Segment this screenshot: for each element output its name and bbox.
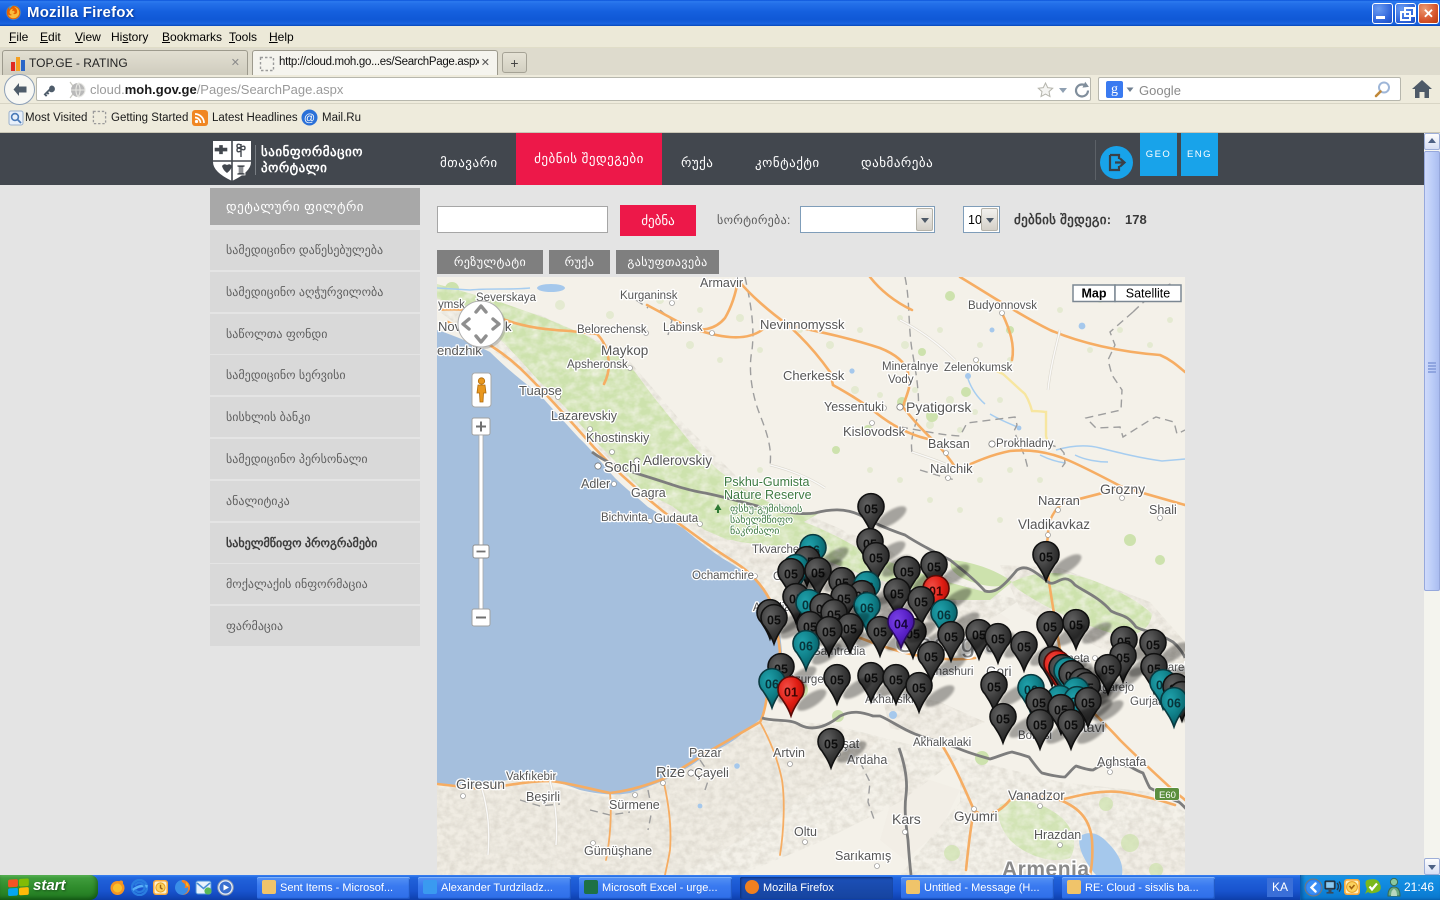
svg-text:Pazar: Pazar <box>689 746 722 760</box>
svg-text:05: 05 <box>991 633 1005 647</box>
svg-text:Baksan: Baksan <box>928 437 970 451</box>
svg-text:@: @ <box>304 113 315 125</box>
svg-text:05: 05 <box>869 552 883 566</box>
svg-text:Grozny: Grozny <box>1100 481 1145 497</box>
svg-text:05: 05 <box>987 681 1001 695</box>
svg-text:Shali: Shali <box>1149 503 1177 517</box>
svg-text:Budyonnovsk: Budyonnovsk <box>968 300 1037 312</box>
svg-text:04: 04 <box>894 618 908 632</box>
svg-text:Oltu: Oltu <box>794 825 817 839</box>
svg-text:05: 05 <box>830 674 844 688</box>
svg-text:Sarıkamış: Sarıkamış <box>835 849 891 863</box>
svg-text:Zelenokumsk: Zelenokumsk <box>944 362 1013 374</box>
svg-text:Bichvinta: Bichvinta <box>601 512 648 524</box>
svg-text:05: 05 <box>1032 697 1046 711</box>
svg-text:Apsheronsk: Apsheronsk <box>567 359 628 371</box>
svg-text:05: 05 <box>873 626 887 640</box>
svg-text:Pyatigorsk: Pyatigorsk <box>906 399 972 415</box>
svg-text:06: 06 <box>765 678 779 692</box>
svg-text:05: 05 <box>1146 639 1160 653</box>
svg-text:Prokhladny: Prokhladny <box>996 438 1054 450</box>
svg-text:05: 05 <box>944 631 958 645</box>
svg-text:06: 06 <box>1167 697 1181 711</box>
svg-text:სახელმწიფო: სახელმწიფო <box>730 514 793 526</box>
svg-text:Gagra: Gagra <box>631 486 666 500</box>
svg-text:Belorechensk: Belorechensk <box>577 324 647 336</box>
svg-text:Aghstafa: Aghstafa <box>1097 755 1146 769</box>
svg-text:Cherkessk: Cherkessk <box>783 368 845 383</box>
svg-text:05: 05 <box>864 503 878 517</box>
svg-text:05: 05 <box>889 674 903 688</box>
svg-text:ფსხუ-გუმისთის: ფსხუ-გუმისთის <box>730 503 802 515</box>
svg-text:Armenia: Armenia <box>1002 858 1090 875</box>
svg-text:ymsk: ymsk <box>438 299 465 311</box>
svg-text:05: 05 <box>914 596 928 610</box>
svg-text:05: 05 <box>784 568 798 582</box>
svg-text:Ochamchire: Ochamchire <box>692 570 754 582</box>
svg-text:Khostinskiy: Khostinskiy <box>586 431 650 445</box>
svg-text:05: 05 <box>912 682 926 696</box>
svg-text:Tuapse: Tuapse <box>519 383 562 398</box>
svg-text:Vladikavkaz: Vladikavkaz <box>1018 517 1090 532</box>
svg-text:Akhalkalaki: Akhalkalaki <box>913 737 971 749</box>
svg-text:Satellite: Satellite <box>1126 287 1171 301</box>
svg-text:Mineralnye: Mineralnye <box>882 361 938 373</box>
svg-text:E60: E60 <box>1159 790 1176 801</box>
svg-text:Adler: Adler <box>581 477 610 491</box>
svg-text:Pskhu-Gumista: Pskhu-Gumista <box>724 475 809 489</box>
svg-text:Nalchik: Nalchik <box>930 461 973 476</box>
svg-text:Armavir: Armavir <box>700 277 743 290</box>
svg-text:05: 05 <box>924 651 938 665</box>
svg-text:Kislovodsk: Kislovodsk <box>843 424 906 439</box>
svg-text:06: 06 <box>799 640 813 654</box>
svg-text:05: 05 <box>900 566 914 580</box>
svg-text:Yessentuki: Yessentuki <box>824 400 884 414</box>
svg-text:05: 05 <box>1064 719 1078 733</box>
svg-text:05: 05 <box>822 626 836 640</box>
svg-text:Labinsk: Labinsk <box>663 322 703 334</box>
svg-text:06: 06 <box>937 609 951 623</box>
svg-text:Gudauta: Gudauta <box>654 513 699 525</box>
svg-text:Map: Map <box>1082 287 1107 301</box>
svg-text:05: 05 <box>1043 621 1057 635</box>
svg-text:Hrazdan: Hrazdan <box>1034 828 1081 842</box>
svg-text:Giresun: Giresun <box>456 776 505 792</box>
svg-text:01: 01 <box>784 686 798 700</box>
svg-text:ნაკრძალი: ნაკრძალი <box>730 525 780 537</box>
svg-text:05: 05 <box>1017 641 1031 655</box>
svg-text:Gyumri: Gyumri <box>954 809 998 824</box>
svg-text:Gümüşhane: Gümüşhane <box>584 844 652 858</box>
svg-text:Kars: Kars <box>892 811 921 827</box>
svg-text:Kurganinsk: Kurganinsk <box>620 290 678 302</box>
svg-text:Sürmene: Sürmene <box>609 798 660 812</box>
svg-text:Adlerovskiy: Adlerovskiy <box>643 453 712 468</box>
svg-text:Vakfıkebir: Vakfıkebir <box>506 771 556 783</box>
svg-text:Nevinnomyssk: Nevinnomyssk <box>760 317 845 332</box>
svg-text:Vody: Vody <box>888 374 914 386</box>
svg-text:Nature Reserve: Nature Reserve <box>724 488 812 502</box>
svg-text:Maykop: Maykop <box>601 343 648 358</box>
svg-text:Rize: Rize <box>656 765 685 781</box>
svg-text:k: k <box>505 319 512 334</box>
svg-text:05: 05 <box>996 713 1010 727</box>
svg-text:Artvin: Artvin <box>773 746 805 760</box>
svg-text:Çayeli: Çayeli <box>694 766 729 780</box>
svg-text:05: 05 <box>767 614 781 628</box>
svg-text:05: 05 <box>1039 551 1053 565</box>
svg-text:Vanadzor: Vanadzor <box>1008 788 1065 803</box>
svg-text:Lazarevskiy: Lazarevskiy <box>551 409 618 423</box>
svg-text:Sochi: Sochi <box>604 460 640 476</box>
svg-text:Beşirli: Beşirli <box>526 790 560 804</box>
svg-text:Nazran: Nazran <box>1038 493 1080 508</box>
svg-text:05: 05 <box>824 738 838 752</box>
svg-text:05: 05 <box>1033 719 1047 733</box>
